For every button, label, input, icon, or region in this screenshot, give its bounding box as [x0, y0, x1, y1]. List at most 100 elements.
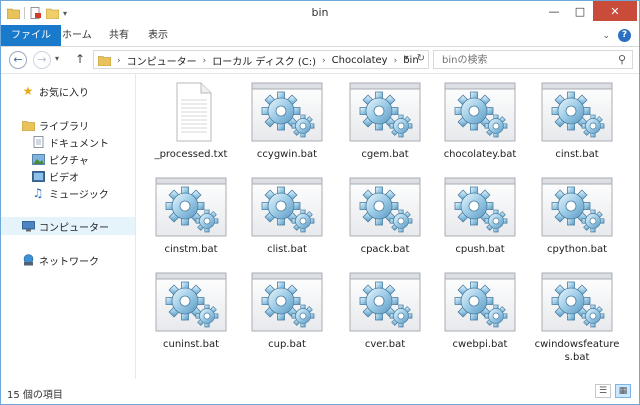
navigation-pane: ★ お気に入り ライブラリ ドキュメント ピクチャ ビデオ ♫ ミュージック コ… [1, 74, 136, 379]
file-item-clist-bat[interactable]: clist.bat [242, 177, 332, 256]
file-list: _processed.txt ccygwin.bat cgem.bat choc… [137, 74, 639, 379]
computer-icon [21, 220, 35, 232]
nav-item-music[interactable]: ♫ ミュージック [31, 184, 135, 202]
batch-file-icon [444, 177, 516, 237]
breadcrumb-item-chocolatey[interactable]: Chocolatey [332, 55, 388, 66]
address-bar[interactable]: › コンピューター › ローカル ディスク (C:) › Chocolatey … [93, 50, 429, 69]
file-item-cinstm-bat[interactable]: cinstm.bat [146, 177, 236, 256]
file-item-cpush-bat[interactable]: cpush.bat [435, 177, 525, 256]
close-button[interactable]: ✕ [593, 1, 637, 21]
nav-item-documents[interactable]: ドキュメント [31, 133, 135, 151]
star-icon: ★ [22, 84, 34, 98]
file-name: _processed.txt [154, 149, 228, 160]
tab-home[interactable]: ホーム [51, 25, 103, 46]
batch-file-icon [541, 272, 613, 332]
library-icon [21, 119, 35, 131]
status-bar: 15 個の項目 ☰ ▦ [1, 379, 639, 404]
breadcrumb-separator[interactable]: › [394, 56, 398, 66]
ribbon-tabs: ファイル ホーム 共有 表示 ⌄ ? [1, 25, 639, 47]
batch-file-icon [251, 272, 323, 332]
address-row: ← → ▾ ↑ › コンピューター › ローカル ディスク (C:) › Cho… [1, 47, 639, 74]
nav-item-libraries[interactable]: ライブラリ [21, 116, 135, 134]
document-icon [31, 136, 45, 148]
forward-button[interactable]: → [33, 51, 51, 69]
file-name: cpython.bat [546, 244, 608, 255]
batch-file-icon [349, 272, 421, 332]
picture-icon [31, 153, 45, 165]
file-name: cinst.bat [555, 149, 599, 160]
details-view-icon[interactable]: ☰ [595, 384, 611, 398]
file-name: chocolatey.bat [443, 149, 517, 160]
file-item-cwindowsfeatures-bat[interactable]: cwindowsfeatures.bat [532, 272, 622, 364]
file-name: ccygwin.bat [256, 149, 318, 160]
file-item-cgem-bat[interactable]: cgem.bat [340, 82, 430, 161]
nav-item-pictures[interactable]: ピクチャ [31, 150, 135, 168]
breadcrumb-separator[interactable]: › [117, 56, 121, 66]
back-button[interactable]: ← [9, 51, 27, 69]
nav-item-network[interactable]: ネットワーク [21, 251, 135, 269]
nav-item-label: ドキュメント [49, 138, 109, 150]
text-file-icon [155, 82, 227, 142]
file-name: cpack.bat [360, 244, 410, 255]
file-item-processed-txt[interactable]: _processed.txt [146, 82, 236, 161]
file-item-cuninst-bat[interactable]: cuninst.bat [146, 272, 236, 351]
window-controls: — □ ✕ [541, 1, 637, 21]
file-name: cwindowsfeatures.bat [534, 339, 620, 363]
tab-share[interactable]: 共有 [98, 25, 140, 46]
file-name: cup.bat [268, 339, 306, 350]
large-icons-view-icon[interactable]: ▦ [615, 384, 631, 398]
batch-file-icon [155, 177, 227, 237]
breadcrumb-separator[interactable]: › [322, 56, 326, 66]
file-item-cwebpi-bat[interactable]: cwebpi.bat [435, 272, 525, 351]
batch-file-icon [251, 177, 323, 237]
file-name: cgem.bat [361, 149, 409, 160]
file-name: cpush.bat [455, 244, 505, 255]
maximize-button[interactable]: □ [567, 1, 593, 21]
folder-icon [98, 56, 111, 66]
nav-item-computer[interactable]: コンピューター [1, 217, 135, 235]
breadcrumb-item-local-disk[interactable]: ローカル ディスク (C:) [212, 53, 316, 68]
file-item-cinst-bat[interactable]: cinst.bat [532, 82, 622, 161]
breadcrumb: › コンピューター › ローカル ディスク (C:) › Chocolatey … [98, 53, 419, 68]
nav-item-videos[interactable]: ビデオ [31, 167, 135, 185]
breadcrumb-separator[interactable]: › [203, 56, 207, 66]
file-item-cup-bat[interactable]: cup.bat [242, 272, 332, 351]
breadcrumb-item-computer[interactable]: コンピューター [127, 53, 197, 68]
file-item-chocolatey-bat[interactable]: chocolatey.bat [435, 82, 525, 161]
nav-item-label: ビデオ [49, 172, 79, 184]
nav-item-label: ピクチャ [49, 155, 89, 167]
help-icon[interactable]: ? [618, 29, 631, 42]
tab-view[interactable]: 表示 [137, 25, 179, 46]
file-name: cwebpi.bat [452, 339, 508, 350]
file-name: cuninst.bat [163, 339, 219, 350]
search-box[interactable]: ⚲ [433, 50, 633, 69]
address-tail: ▾ ↻ [405, 53, 425, 64]
file-item-ccygwin-bat[interactable]: ccygwin.bat [242, 82, 332, 161]
nav-item-label: お気に入り [39, 87, 89, 99]
address-dropdown-icon[interactable]: ▾ [405, 53, 409, 64]
recent-locations-dropdown[interactable]: ▾ [55, 54, 59, 63]
nav-item-label: ライブラリ [39, 121, 89, 133]
refresh-icon[interactable]: ↻ [417, 53, 425, 64]
batch-file-icon [541, 82, 613, 142]
file-item-cpack-bat[interactable]: cpack.bat [340, 177, 430, 256]
nav-item-favorites[interactable]: ★ お気に入り [21, 82, 135, 100]
file-item-cpython-bat[interactable]: cpython.bat [532, 177, 622, 256]
search-input[interactable] [440, 52, 609, 68]
file-item-cver-bat[interactable]: cver.bat [340, 272, 430, 351]
minimize-button[interactable]: — [541, 1, 567, 21]
nav-item-label: コンピューター [39, 222, 109, 234]
up-button[interactable]: ↑ [75, 52, 85, 66]
music-icon: ♫ [32, 186, 44, 200]
batch-file-icon [349, 177, 421, 237]
view-switcher: ☰ ▦ [595, 384, 631, 398]
nav-item-label: ネットワーク [39, 256, 99, 268]
file-name: clist.bat [267, 244, 307, 255]
explorer-window: ▾ bin — □ ✕ ファイル ホーム 共有 表示 ⌄ ? ← → ▾ ↑ ›… [0, 0, 640, 405]
search-icon[interactable]: ⚲ [618, 53, 626, 66]
batch-file-icon [349, 82, 421, 142]
batch-file-icon [541, 177, 613, 237]
title-bar: ▾ bin — □ ✕ [1, 1, 639, 25]
chevron-down-icon[interactable]: ⌄ [602, 31, 610, 41]
batch-file-icon [251, 82, 323, 142]
